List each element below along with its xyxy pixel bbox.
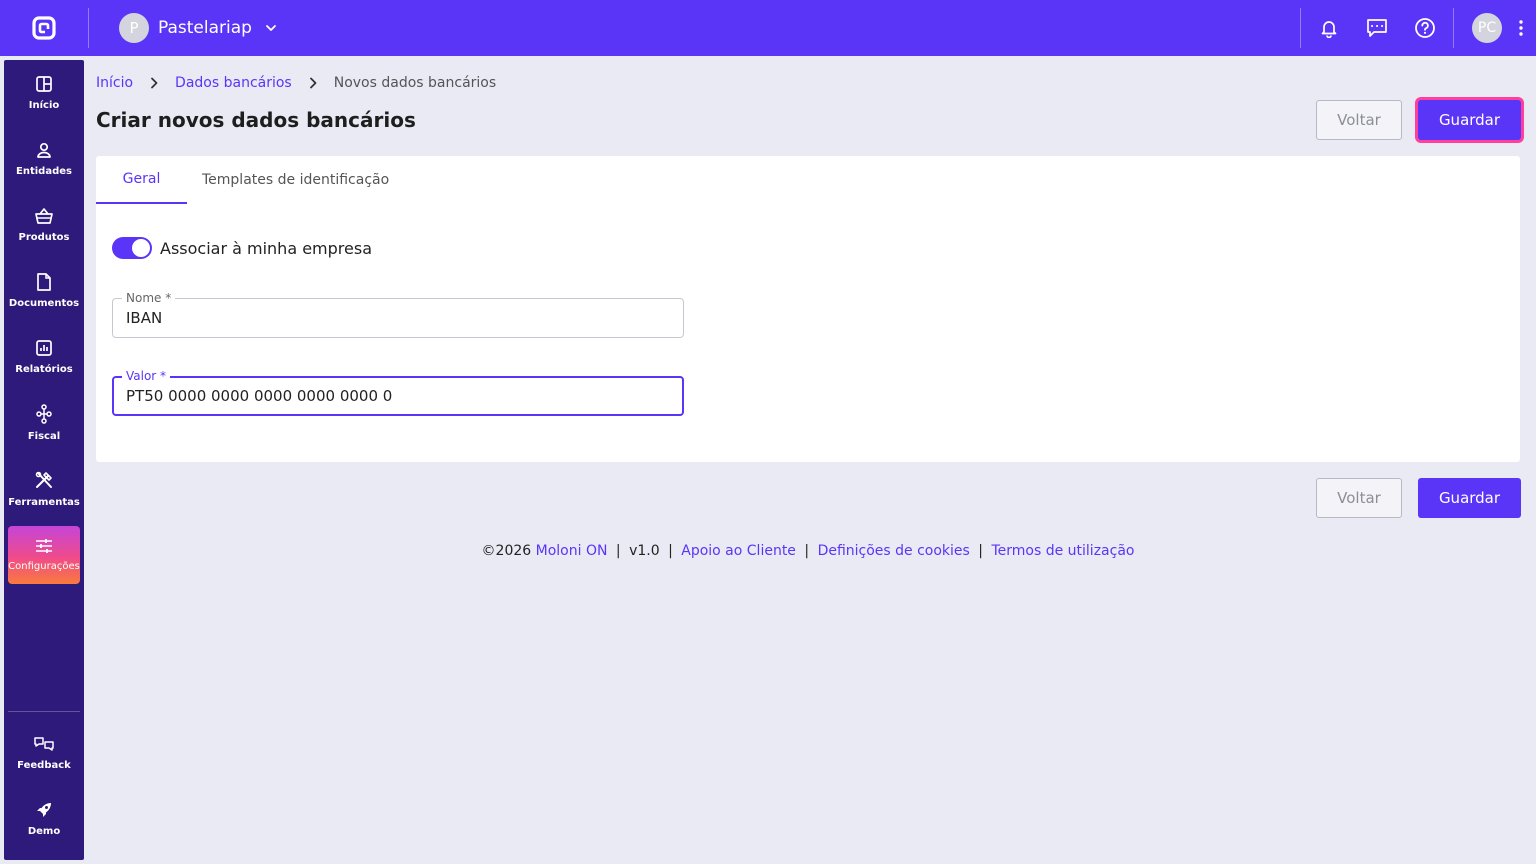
user-avatar[interactable]: PC bbox=[1472, 13, 1502, 43]
sidebar-item-produtos[interactable]: Produtos bbox=[8, 196, 80, 254]
top-bar: P Pastelariap PC bbox=[0, 0, 1536, 56]
sidebar-item-label: Produtos bbox=[18, 232, 70, 243]
company-avatar: P bbox=[119, 13, 149, 43]
person-icon bbox=[37, 142, 51, 158]
messages-button[interactable] bbox=[1353, 0, 1401, 56]
sidebar-item-fiscal[interactable]: Fiscal bbox=[8, 394, 80, 452]
breadcrumb-link-dados-bancarios[interactable]: Dados bancários bbox=[175, 75, 292, 91]
save-button-bottom[interactable]: Guardar bbox=[1418, 478, 1521, 518]
footer: ©2026 Moloni ON | v1.0 | Apoio ao Client… bbox=[0, 543, 1536, 559]
breadcrumb: Início Dados bancários Novos dados bancá… bbox=[96, 75, 496, 91]
footer-separator: | bbox=[804, 543, 810, 559]
breadcrumb-link-inicio[interactable]: Início bbox=[96, 75, 133, 91]
document-icon bbox=[37, 273, 51, 291]
sidebar-item-label: Relatórios bbox=[15, 364, 73, 375]
footer-link-cookies[interactable]: Definições de cookies bbox=[818, 543, 970, 559]
app-logo[interactable] bbox=[0, 0, 88, 56]
sidebar-divider bbox=[8, 711, 80, 712]
sidebar-item-documentos[interactable]: Documentos bbox=[8, 262, 80, 320]
tools-icon bbox=[35, 471, 52, 488]
sidebar-item-entidades[interactable]: Entidades bbox=[8, 130, 80, 188]
notifications-button[interactable] bbox=[1305, 0, 1353, 56]
sidebar-item-label: Início bbox=[28, 100, 60, 111]
footer-separator: | bbox=[978, 543, 984, 559]
top-divider bbox=[88, 8, 89, 48]
sidebar-item-label: Configurações bbox=[8, 561, 80, 572]
associate-company-label: Associar à minha empresa bbox=[160, 238, 373, 258]
sidebar-item-ferramentas[interactable]: Ferramentas bbox=[8, 460, 80, 518]
chat-icon bbox=[1367, 19, 1387, 37]
associate-company-row: Associar à minha empresa bbox=[112, 237, 372, 259]
tab-bar: Geral Templates de identificação bbox=[96, 156, 389, 204]
breadcrumb-current: Novos dados bancários bbox=[333, 75, 497, 91]
sidebar: Início Entidades Produtos Documentos Rel… bbox=[4, 60, 84, 860]
help-icon bbox=[1415, 18, 1435, 38]
sidebar-item-feedback[interactable]: Feedback bbox=[8, 724, 80, 782]
more-options-button[interactable] bbox=[1506, 0, 1536, 56]
valor-field: Valor * bbox=[112, 368, 684, 416]
sidebar-item-label: Demo bbox=[27, 826, 61, 837]
footer-separator: | bbox=[668, 543, 673, 559]
dashboard-icon bbox=[36, 76, 52, 92]
footer-link-apoio[interactable]: Apoio ao Cliente bbox=[681, 543, 796, 559]
kebab-menu-icon bbox=[1519, 20, 1523, 36]
company-name: Pastelariap bbox=[158, 18, 252, 38]
company-selector[interactable]: P Pastelariap bbox=[119, 13, 278, 43]
footer-link-termos[interactable]: Termos de utilização bbox=[991, 543, 1134, 559]
sidebar-item-label: Entidades bbox=[16, 166, 72, 177]
rocket-icon bbox=[37, 803, 51, 817]
sidebar-item-label: Feedback bbox=[17, 760, 71, 771]
sidebar-item-label: Fiscal bbox=[27, 431, 61, 442]
sidebar-item-label: Documentos bbox=[8, 298, 80, 309]
sidebar-item-label: Ferramentas bbox=[8, 497, 80, 508]
nome-input[interactable] bbox=[126, 299, 666, 337]
valor-input[interactable] bbox=[126, 377, 666, 415]
page-title: Criar novos dados bancários bbox=[96, 108, 416, 132]
save-button[interactable]: Guardar bbox=[1418, 100, 1521, 140]
footer-copyright: ©2026 bbox=[481, 543, 532, 559]
help-button[interactable] bbox=[1401, 0, 1449, 56]
tab-geral[interactable]: Geral bbox=[96, 156, 187, 204]
sidebar-item-inicio[interactable]: Início bbox=[8, 64, 80, 122]
tab-templates-identificacao[interactable]: Templates de identificação bbox=[187, 156, 389, 204]
chevron-right-icon bbox=[308, 77, 318, 89]
logo-icon bbox=[32, 16, 56, 40]
footer-brand-link[interactable]: Moloni ON bbox=[536, 543, 608, 559]
footer-separator: | bbox=[615, 543, 621, 559]
sidebar-item-demo[interactable]: Demo bbox=[8, 790, 80, 848]
chevron-right-icon bbox=[149, 77, 159, 89]
hierarchy-icon bbox=[36, 404, 52, 424]
bell-icon bbox=[1321, 21, 1337, 38]
associate-company-toggle[interactable] bbox=[112, 237, 152, 259]
back-button[interactable]: Voltar bbox=[1316, 100, 1402, 140]
chevron-down-icon bbox=[264, 21, 278, 35]
nome-field: Nome * bbox=[112, 290, 684, 338]
chart-icon bbox=[36, 340, 52, 356]
basket-icon bbox=[35, 208, 53, 224]
sidebar-item-relatorios[interactable]: Relatórios bbox=[8, 328, 80, 386]
toggle-knob bbox=[132, 239, 150, 257]
feedback-icon bbox=[34, 737, 54, 751]
footer-version: v1.0 bbox=[629, 543, 660, 559]
top-divider-right bbox=[1300, 8, 1301, 48]
back-button-bottom[interactable]: Voltar bbox=[1316, 478, 1402, 518]
form-card: Geral Templates de identificação Associa… bbox=[96, 156, 1520, 462]
top-divider-user bbox=[1453, 8, 1454, 48]
